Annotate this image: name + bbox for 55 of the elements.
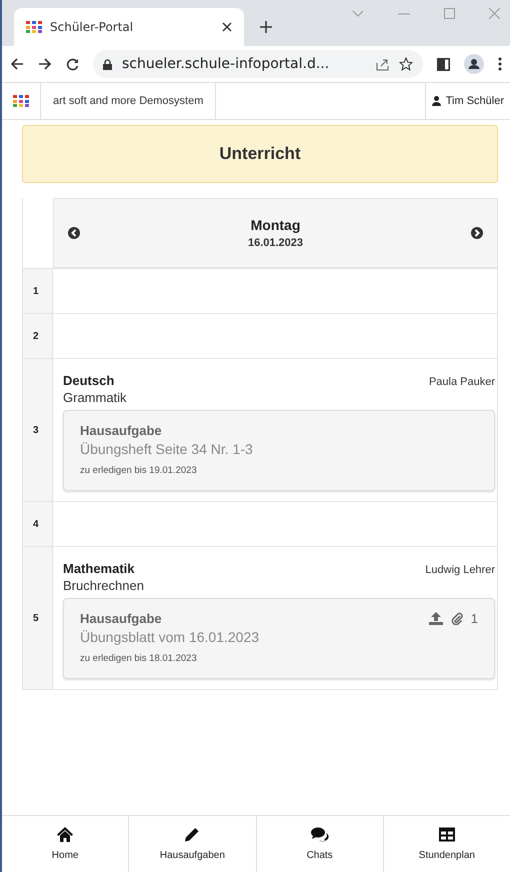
logo-icon bbox=[13, 95, 29, 107]
browser-tab[interactable]: Schüler-Portal bbox=[14, 8, 244, 46]
homework-card[interactable]: Hausaufgabe Übungsheft Seite 34 Nr. 1-3 zu erledigen bis 19.01.2023 bbox=[63, 410, 495, 491]
date: 16.01.2023 bbox=[248, 237, 304, 249]
back-icon[interactable] bbox=[10, 58, 24, 70]
period-number: 5 bbox=[23, 547, 53, 689]
due-date: zu erledigen bis 19.01.2023 bbox=[80, 465, 198, 476]
profile-icon[interactable] bbox=[464, 54, 484, 74]
logo-icon bbox=[26, 21, 42, 33]
new-tab-icon[interactable] bbox=[260, 21, 272, 33]
forward-icon[interactable] bbox=[38, 58, 52, 70]
reload-icon[interactable] bbox=[66, 58, 79, 70]
period-number: 2 bbox=[23, 314, 53, 358]
next-icon[interactable] bbox=[471, 227, 483, 239]
nav-item[interactable]: Home bbox=[2, 816, 130, 872]
page-title: Unterricht bbox=[22, 125, 498, 183]
homework-title: Hausaufgabe bbox=[80, 423, 162, 438]
chat-icon bbox=[310, 827, 329, 842]
user-name[interactable]: Tim Schüler bbox=[446, 95, 504, 107]
homework-title: Hausaufgabe bbox=[80, 611, 162, 626]
period-number: 4 bbox=[23, 502, 53, 546]
weekday: Montag bbox=[250, 217, 300, 233]
lesson-topic: Bruchrechnen bbox=[63, 578, 145, 593]
table-icon bbox=[438, 827, 455, 842]
paperclip-icon[interactable] bbox=[450, 612, 463, 625]
home-icon bbox=[57, 827, 74, 842]
nav-item[interactable]: Hausaufgaben bbox=[129, 816, 256, 872]
pencil-icon bbox=[184, 827, 200, 842]
nav-item[interactable]: Stundenplan bbox=[384, 816, 510, 872]
upload-icon[interactable] bbox=[428, 612, 443, 625]
close-icon[interactable] bbox=[222, 22, 232, 32]
period-number: 1 bbox=[23, 269, 53, 313]
user-icon bbox=[432, 96, 441, 106]
homework-card[interactable]: Hausaufgabe 1 Übungsblatt vom 16.01.2023 zu erledigen bis 18.01.2023 bbox=[63, 598, 495, 679]
url-text: schueler.schule-infoportal.d... bbox=[122, 56, 330, 72]
teacher-name: Paula Pauker bbox=[428, 376, 495, 388]
homework-text: Übungsblatt vom 16.01.2023 bbox=[80, 629, 260, 645]
previous-icon[interactable] bbox=[68, 227, 80, 239]
tab-title: Schüler-Portal bbox=[50, 20, 134, 34]
system-name: art soft and more Demosystem bbox=[41, 83, 216, 119]
due-date: zu erledigen bis 18.01.2023 bbox=[80, 653, 198, 664]
share-icon[interactable] bbox=[376, 58, 389, 70]
nav-item[interactable]: Chats bbox=[256, 816, 384, 872]
homework-text: Übungsheft Seite 34 Nr. 1-3 bbox=[80, 441, 254, 457]
menu-icon[interactable] bbox=[498, 57, 502, 71]
lock-icon bbox=[103, 58, 112, 70]
period-number: 3 bbox=[23, 359, 53, 501]
star-icon[interactable] bbox=[399, 57, 413, 71]
address-bar[interactable]: schueler.schule-infoportal.d... bbox=[93, 50, 423, 78]
subject: Mathematik bbox=[63, 561, 135, 576]
side-panel-icon[interactable] bbox=[437, 58, 450, 70]
lesson-topic: Grammatik bbox=[63, 390, 128, 405]
subject: Deutsch bbox=[63, 373, 114, 388]
teacher-name: Ludwig Lehrer bbox=[425, 564, 495, 576]
attachment-count: 1 bbox=[470, 611, 478, 626]
